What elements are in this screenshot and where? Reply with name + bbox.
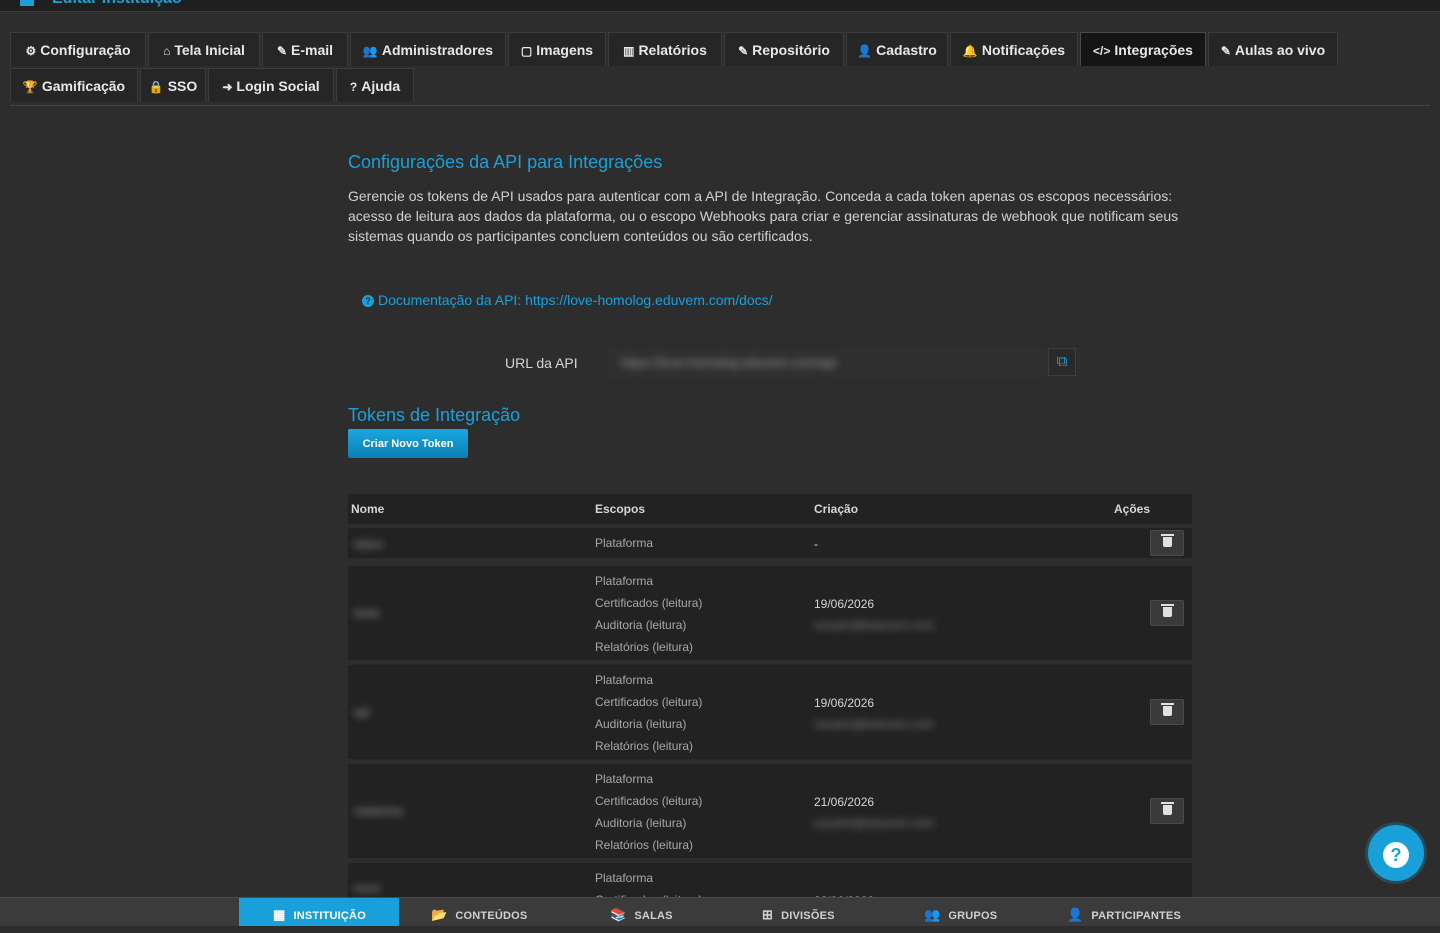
bottom-nav-participantes[interactable]: 👤 PARTICIPANTES bbox=[1067, 898, 1181, 926]
tab-integracoes[interactable]: </> Integrações bbox=[1080, 32, 1206, 66]
api-url-value: https://love-homolog.eduvem.com/api bbox=[621, 355, 838, 370]
tab-sso[interactable]: 🔒 SSO bbox=[140, 68, 206, 102]
tab-tela-inicial[interactable]: ⌂ Tela Inicial bbox=[148, 32, 260, 66]
copy-url-button[interactable]: ⧉ bbox=[1048, 348, 1076, 376]
tab-relatorios[interactable]: ▥ Relatórios bbox=[608, 32, 722, 66]
table-row: token Plataforma - bbox=[348, 528, 1192, 558]
trash-icon bbox=[1161, 703, 1174, 716]
user-icon: 👤 bbox=[857, 44, 873, 58]
file-icon: ▢ bbox=[520, 44, 533, 58]
table-row: relatorios Plataforma Certificados (leit… bbox=[348, 764, 1192, 858]
gear-icon: ⚙ bbox=[25, 44, 37, 58]
token-created-by: usuario@eduvem.com bbox=[814, 717, 935, 731]
settings-tabs: ⚙ Configuração ⌂ Tela Inicial ✎ E-mail 👥 Adm… bbox=[10, 32, 1430, 106]
copy-icon: ⧉ bbox=[1056, 353, 1068, 370]
table-row: api Plataforma Certificados (leitura) Au… bbox=[348, 665, 1192, 759]
column-header-name: Nome bbox=[351, 502, 385, 516]
tokens-heading: Tokens de Integração bbox=[348, 405, 521, 425]
column-header-created: Criação bbox=[814, 502, 859, 516]
delete-token-button[interactable] bbox=[1150, 600, 1184, 626]
delete-token-button[interactable] bbox=[1150, 530, 1184, 556]
trash-icon bbox=[1161, 604, 1174, 617]
token-scopes: Plataforma Certificados (leitura) Audito… bbox=[595, 574, 703, 654]
tab-repositorio[interactable]: ✎ Repositório bbox=[724, 32, 844, 66]
bottom-nav-salas[interactable]: 📚 SALAS bbox=[610, 898, 673, 926]
tab-gamificacao[interactable]: 🏆 Gamificação bbox=[10, 68, 138, 102]
help-button[interactable]: ? bbox=[1368, 825, 1424, 881]
delete-token-button[interactable] bbox=[1150, 798, 1184, 824]
api-doc-link[interactable]: ? Documentação da API: https://love-homol… bbox=[362, 292, 773, 308]
api-description: Gerencie os tokens de API usados para au… bbox=[348, 188, 1179, 244]
token-name: api bbox=[354, 705, 371, 719]
bottom-nav-grupos[interactable]: 👥 GRUPOS bbox=[924, 898, 997, 926]
bottom-nav-conteudos[interactable]: 📂 CONTEÚDOS bbox=[431, 898, 527, 926]
sitemap-icon: ⊞ bbox=[762, 907, 774, 922]
token-created-by: usuario@eduvem.com bbox=[814, 618, 935, 632]
building-icon: ▦ bbox=[273, 907, 286, 922]
column-header-scopes: Escopos bbox=[595, 502, 646, 516]
institution-icon bbox=[20, 0, 34, 6]
tab-login-social[interactable]: ➜ Login Social bbox=[208, 68, 334, 102]
question-circle-icon: ? bbox=[362, 295, 374, 307]
tab-administradores[interactable]: 👥 Administradores bbox=[350, 32, 506, 66]
question-circle-icon: ? bbox=[1383, 842, 1409, 869]
token-name: novo bbox=[354, 881, 381, 895]
tab-ajuda[interactable]: ? Ajuda bbox=[336, 68, 414, 102]
table-header: Nome Escopos Criação Ações bbox=[348, 494, 1192, 524]
token-created: 21/06/2026 bbox=[814, 795, 875, 809]
token-name: relatorios bbox=[354, 804, 404, 818]
users-icon: 👥 bbox=[924, 907, 941, 922]
tab-notificacoes[interactable]: 🔔 Notificações bbox=[950, 32, 1078, 66]
token-scopes: Plataforma Certificados (leitura) Audito… bbox=[595, 673, 703, 753]
trash-icon bbox=[1161, 534, 1174, 547]
api-url-label: URL da API bbox=[505, 355, 578, 371]
bar-chart-icon: ▥ bbox=[623, 44, 635, 58]
user-icon: 👤 bbox=[1067, 907, 1084, 922]
top-bar: Editar Instituição bbox=[0, 0, 1440, 12]
token-created: 19/06/2026 bbox=[814, 696, 875, 710]
token-created: 19/06/2026 bbox=[814, 597, 875, 611]
tab-configuracao[interactable]: ⚙ Configuração bbox=[10, 32, 146, 66]
pencil-icon: ✎ bbox=[1220, 44, 1231, 58]
api-config-heading: Configurações da API para Integrações bbox=[348, 152, 663, 172]
trash-icon bbox=[1161, 802, 1174, 815]
lock-icon: 🔒 bbox=[148, 80, 164, 94]
token-created: - bbox=[814, 537, 818, 551]
token-scopes: Plataforma Certificados (leitura) Audito… bbox=[595, 772, 703, 852]
delete-token-button[interactable] bbox=[1150, 699, 1184, 725]
home-icon: ⌂ bbox=[163, 44, 171, 58]
question-circle-icon: ? bbox=[349, 80, 358, 94]
users-icon: 👥 bbox=[362, 44, 378, 58]
tab-imagens[interactable]: ▢ Imagens bbox=[508, 32, 606, 66]
bottom-nav-divisoes[interactable]: ⊞ DIVISÕES bbox=[762, 898, 835, 926]
pencil-icon: ✎ bbox=[276, 44, 288, 58]
token-name: token bbox=[354, 537, 384, 551]
tab-cadastro[interactable]: 👤 Cadastro bbox=[846, 32, 948, 66]
api-url-field[interactable]: https://love-homolog.eduvem.com/api bbox=[606, 348, 1046, 378]
trophy-icon: 🏆 bbox=[22, 80, 38, 94]
sign-in-icon: ➜ bbox=[222, 80, 233, 94]
token-created-by: usuario@eduvem.com bbox=[814, 816, 935, 830]
bottom-nav-instituicao[interactable]: ▦ INSTITUIÇÃO bbox=[239, 898, 399, 926]
column-header-actions: Ações bbox=[1114, 502, 1151, 516]
pencil-icon: ✎ bbox=[738, 44, 749, 58]
code-icon: </> bbox=[1093, 44, 1111, 58]
token-scopes: Plataforma bbox=[595, 536, 654, 550]
page-title: Editar Instituição bbox=[52, 0, 182, 8]
new-token-button[interactable]: Criar Novo Token bbox=[348, 429, 468, 458]
token-name: teste bbox=[354, 606, 381, 620]
bell-icon: 🔔 bbox=[962, 44, 978, 58]
bottom-nav: ▦ INSTITUIÇÃO 📂 CONTEÚDOS 📚 SALAS ⊞ DIVISÕES… bbox=[0, 897, 1440, 926]
book-icon: 📚 bbox=[610, 907, 627, 922]
folder-open-icon: 📂 bbox=[431, 907, 448, 922]
tab-aulas-ao-vivo[interactable]: ✎ Aulas ao vivo bbox=[1208, 32, 1338, 66]
table-row: teste Plataforma Certificados (leitura) … bbox=[348, 566, 1192, 660]
tab-email[interactable]: ✎ E-mail bbox=[262, 32, 348, 66]
